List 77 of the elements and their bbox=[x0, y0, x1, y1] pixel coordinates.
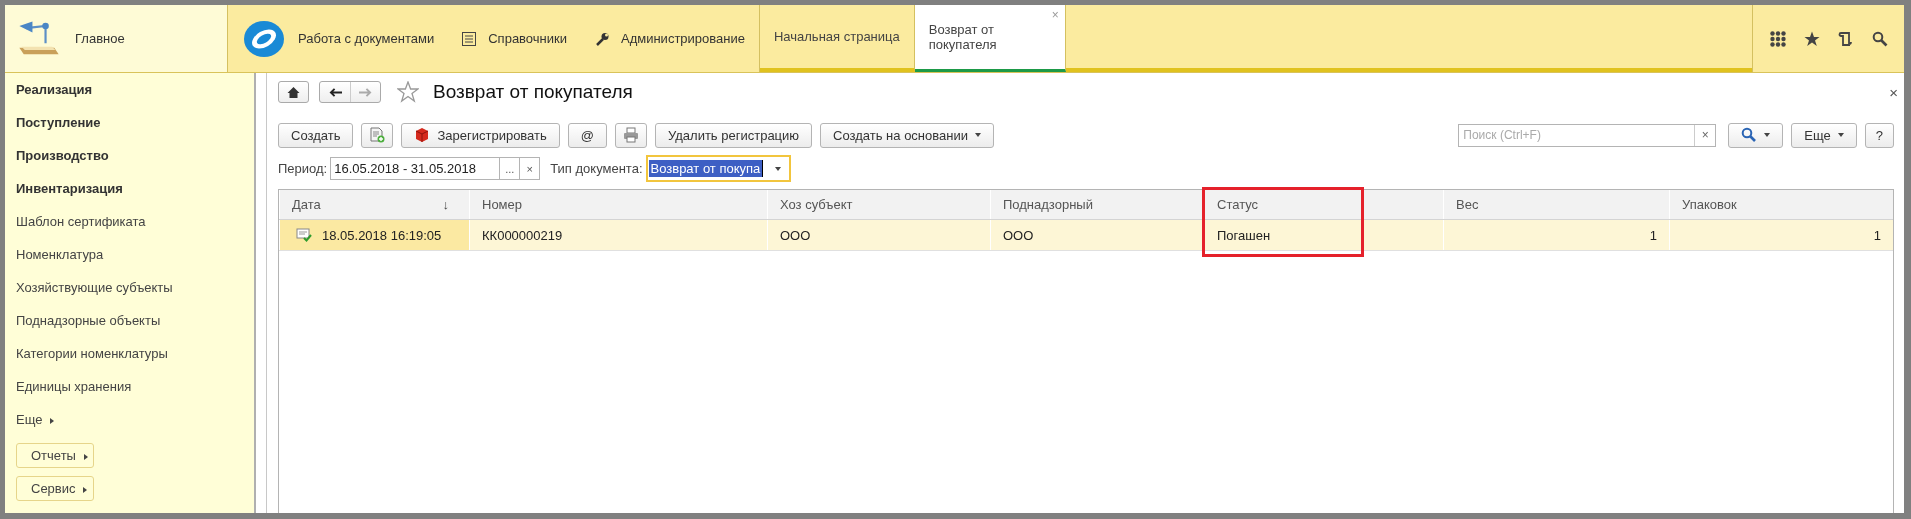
column-header[interactable]: Номер bbox=[469, 190, 767, 219]
search-icon[interactable] bbox=[1872, 30, 1888, 47]
sidebar-item[interactable]: Номенклатура bbox=[16, 245, 104, 278]
column-header[interactable]: Вес bbox=[1443, 190, 1669, 219]
caret-icon bbox=[1837, 133, 1844, 137]
choose-button[interactable]: ... bbox=[500, 157, 521, 180]
document-type-field[interactable]: Возврат от покупа bbox=[645, 155, 792, 182]
wrench-icon bbox=[595, 31, 609, 46]
home-section[interactable]: Главное bbox=[5, 5, 228, 72]
sidebar-button[interactable]: Отчеты bbox=[16, 443, 94, 468]
close-icon[interactable]: × bbox=[1889, 83, 1898, 101]
grid-icon[interactable] bbox=[1770, 30, 1786, 47]
document-add-icon bbox=[369, 127, 386, 143]
caret-icon bbox=[775, 166, 782, 171]
register-button[interactable]: Зарегистрировать bbox=[401, 122, 560, 148]
document-type-label: Тип документа: bbox=[550, 161, 643, 176]
column-header[interactable]: Дата ↓ bbox=[279, 190, 469, 219]
scroll-icon[interactable] bbox=[1838, 30, 1854, 47]
star-outline-icon[interactable] bbox=[397, 81, 419, 103]
clear-button[interactable]: × bbox=[520, 157, 541, 180]
home-button[interactable] bbox=[278, 81, 309, 103]
list-icon bbox=[462, 31, 477, 46]
left-arrow-icon bbox=[328, 86, 342, 98]
sidebar-item[interactable]: Поднадзорные объекты bbox=[16, 311, 161, 344]
posted-document-icon bbox=[296, 228, 312, 242]
column-header[interactable]: Упаковок bbox=[1669, 190, 1893, 219]
section-link[interactable]: Работа с документами bbox=[228, 5, 449, 72]
sidebar-section[interactable]: Инвентаризация bbox=[16, 179, 123, 212]
period-field[interactable]: 16.05.2018 - 31.05.2018 bbox=[330, 157, 501, 180]
table-cell: 18.05.2018 16:19:05 bbox=[279, 220, 469, 250]
caret-icon bbox=[83, 453, 88, 460]
sidebar-item[interactable]: Категории номенклатуры bbox=[16, 344, 168, 377]
star-icon[interactable] bbox=[1804, 30, 1820, 47]
help-button[interactable]: ? bbox=[1864, 122, 1894, 148]
column-header[interactable]: Хоз субъект bbox=[767, 190, 990, 219]
sidebar-section[interactable]: Реализация bbox=[16, 80, 93, 113]
caret-icon bbox=[1764, 133, 1771, 137]
open-tab[interactable]: Возврат от покупателя × bbox=[914, 5, 1066, 72]
sidebar-section[interactable]: Поступление bbox=[16, 113, 101, 146]
column-header[interactable]: Статус bbox=[1204, 190, 1443, 219]
caret-icon bbox=[83, 486, 88, 493]
column-header[interactable]: Поднадзорный bbox=[990, 190, 1204, 219]
sidebar-section[interactable]: Производство bbox=[16, 146, 109, 179]
table-cell: ООО bbox=[990, 220, 1204, 250]
table-cell: КК000000219 bbox=[469, 220, 767, 250]
create-based-on-button[interactable]: Создать на основании bbox=[820, 122, 994, 148]
swirl-logo-icon bbox=[242, 18, 286, 59]
toolbar-button[interactable]: Удалить регистрацию bbox=[655, 122, 813, 148]
toolbar-button[interactable]: Создать bbox=[278, 122, 354, 148]
caret-icon bbox=[50, 417, 55, 424]
search-button[interactable] bbox=[1728, 122, 1784, 148]
caret-icon bbox=[974, 133, 981, 137]
search-icon bbox=[1741, 127, 1758, 143]
form-title: Возврат от покупателя bbox=[433, 81, 633, 103]
search-field[interactable]: Поиск (Ctrl+F) × bbox=[1458, 123, 1717, 147]
sidebar-button[interactable]: Сервис bbox=[16, 476, 94, 501]
table-cell: Погашен bbox=[1204, 220, 1443, 250]
add-document-button[interactable] bbox=[361, 122, 394, 148]
table-cell: ООО bbox=[767, 220, 990, 250]
more-button[interactable]: Еще bbox=[1791, 122, 1857, 148]
section-link[interactable]: Администрирование bbox=[581, 5, 759, 72]
table-cell: 1 bbox=[1443, 220, 1669, 250]
toolbar-button[interactable]: @ bbox=[567, 122, 607, 148]
print-button[interactable] bbox=[615, 122, 647, 148]
printer-icon bbox=[623, 127, 639, 143]
table-cell: 1 bbox=[1669, 220, 1893, 250]
section-link[interactable]: Справочники bbox=[448, 5, 581, 72]
sidebar-item[interactable]: Хозяйствующие субъекты bbox=[16, 278, 173, 311]
table-row[interactable]: 18.05.2018 16:19:05 КК000000219 ООО ООО Погашен 1 1 bbox=[279, 220, 1893, 251]
sidebar-item[interactable]: Шаблон сертификата bbox=[16, 212, 146, 245]
right-arrow-icon bbox=[359, 86, 372, 98]
cube-icon bbox=[414, 127, 431, 143]
house-icon bbox=[287, 86, 300, 98]
period-label: Период: bbox=[278, 161, 328, 176]
sidebar-item[interactable]: Единицы хранения bbox=[16, 377, 132, 410]
more-link[interactable]: Еще bbox=[16, 410, 55, 443]
sort-arrow: ↓ bbox=[442, 197, 449, 212]
